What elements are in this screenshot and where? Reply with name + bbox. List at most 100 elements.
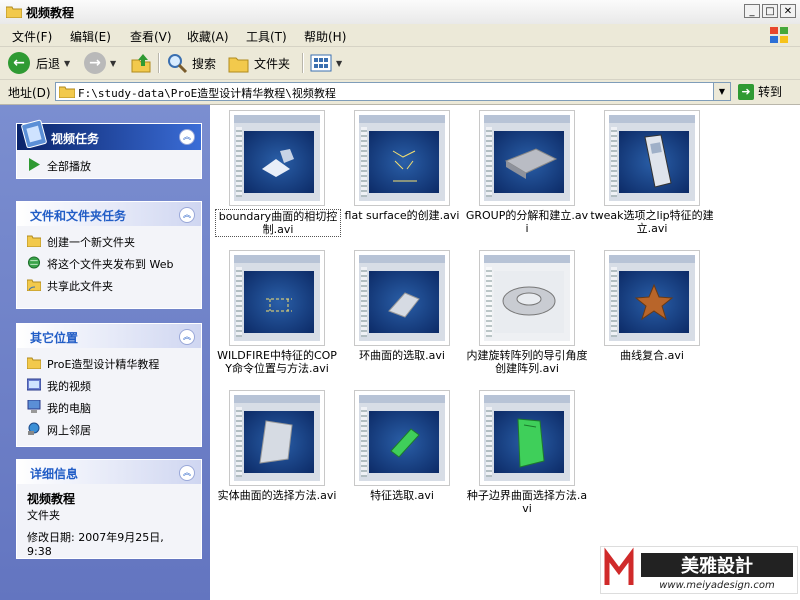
file-name[interactable]: 特征选取.avi xyxy=(340,489,464,502)
file-thumbnail[interactable] xyxy=(354,390,450,486)
svg-text:美雅設計: 美雅設計 xyxy=(681,555,753,577)
chevron-down-icon: ▼ xyxy=(64,58,71,68)
menu-edit[interactable]: 编辑(E) xyxy=(70,28,111,45)
publish-web-link[interactable]: 将这个文件夹发布到 Web xyxy=(27,256,191,272)
publish-web-label: 将这个文件夹发布到 Web xyxy=(47,258,174,271)
address-label: 地址(D) xyxy=(8,86,51,100)
search-button[interactable]: 搜索 xyxy=(166,50,216,76)
share-folder-link[interactable]: 共享此文件夹 xyxy=(27,278,191,294)
details-title: 详细信息 xyxy=(30,467,79,481)
other-places-title: 其它位置 xyxy=(30,331,79,345)
file-thumbnail[interactable] xyxy=(479,110,575,206)
close-button[interactable]: ✕ xyxy=(780,4,796,18)
file-thumbnail[interactable] xyxy=(479,250,575,346)
file-name[interactable]: 内建旋转阵列的导引角度创建阵列.avi xyxy=(465,349,589,375)
web-publish-icon xyxy=(27,256,41,269)
address-input[interactable]: F:\study-data\ProE造型设计精华教程\视频教程 ▼ xyxy=(55,82,731,101)
collapse-icon[interactable]: ︽ xyxy=(179,129,195,145)
place-my-videos[interactable]: 我的视频 xyxy=(27,378,191,394)
file-thumbnail[interactable] xyxy=(604,110,700,206)
window-title: 视频教程 xyxy=(26,6,75,20)
video-tasks-panel: 视频任务 ︽ 全部播放 xyxy=(16,119,202,179)
file-name[interactable]: WILDFIRE中特征的COPY命令位置与方法.avi xyxy=(215,349,339,375)
folders-button[interactable]: 文件夹 xyxy=(228,50,290,76)
collapse-icon[interactable]: ︽ xyxy=(179,329,195,345)
place-my-computer[interactable]: 我的电脑 xyxy=(27,400,191,416)
new-folder-link[interactable]: 创建一个新文件夹 xyxy=(27,234,191,250)
toolbar: ← 后退 ▼ → ▼ 搜索 文件夹 ▼ xyxy=(0,47,800,80)
video-tasks-header[interactable]: 视频任务 ︽ xyxy=(17,119,201,150)
file-thumbnail[interactable] xyxy=(229,110,325,206)
folder-icon xyxy=(6,6,22,18)
place-my-computer-label: 我的电脑 xyxy=(47,402,91,415)
folder-icon xyxy=(59,86,75,98)
new-folder-label: 创建一个新文件夹 xyxy=(47,236,135,249)
file-thumbnail[interactable] xyxy=(229,250,325,346)
address-dropdown-button[interactable]: ▼ xyxy=(713,83,730,100)
folder-icon xyxy=(27,357,41,369)
file-thumbnail[interactable] xyxy=(354,250,450,346)
collapse-icon[interactable]: ︽ xyxy=(179,465,195,481)
file-name[interactable]: 环曲面的选取.avi xyxy=(340,349,464,362)
file-name[interactable]: boundary曲面的相切控制.avi xyxy=(215,209,341,237)
share-folder-label: 共享此文件夹 xyxy=(47,280,113,293)
file-thumbnail[interactable] xyxy=(479,390,575,486)
toolbar-separator xyxy=(302,53,304,73)
menu-tools[interactable]: 工具(T) xyxy=(246,28,287,45)
chevron-down-icon: ▼ xyxy=(336,58,343,68)
file-name[interactable]: GROUP的分解和建立.avi xyxy=(465,209,589,235)
shared-folder-icon xyxy=(27,279,41,291)
go-label: 转到 xyxy=(758,85,783,99)
file-folder-tasks-header[interactable]: 文件和文件夹任务 ︽ xyxy=(17,202,201,226)
minimize-button[interactable]: _ xyxy=(744,4,760,18)
network-icon xyxy=(28,422,40,435)
forward-button[interactable]: → ▼ xyxy=(84,50,116,76)
menu-view[interactable]: 查看(V) xyxy=(130,28,172,45)
folders-icon xyxy=(228,57,249,73)
brand-logo-icon: 美雅設計 www.meiyadesign.com xyxy=(604,547,793,591)
details-panel: 详细信息 ︽ 视频教程 文件夹 修改日期: 2007年9月25日, 9:38 xyxy=(16,459,202,559)
watermark-logo: 美雅設計 www.meiyadesign.com xyxy=(600,546,798,594)
other-places-panel: 其它位置 ︽ ProE造型设计精华教程 我的视频 我的电脑 网上邻居 xyxy=(16,323,202,447)
menu-favorites[interactable]: 收藏(A) xyxy=(187,28,229,45)
folders-label: 文件夹 xyxy=(254,56,291,71)
menu-bar: 文件(F) 编辑(E) 查看(V) 收藏(A) 工具(T) 帮助(H) xyxy=(0,24,800,47)
place-parent-folder-label: ProE造型设计精华教程 xyxy=(47,358,160,371)
file-thumbnail[interactable] xyxy=(229,390,325,486)
play-icon xyxy=(29,158,40,171)
views-icon xyxy=(310,54,332,72)
other-places-header[interactable]: 其它位置 ︽ xyxy=(17,324,201,348)
views-button[interactable]: ▼ xyxy=(310,50,342,76)
file-name[interactable]: flat surface的创建.avi xyxy=(340,209,464,222)
file-thumbnail[interactable] xyxy=(354,110,450,206)
place-parent-folder[interactable]: ProE造型设计精华教程 xyxy=(27,356,191,372)
play-all-label: 全部播放 xyxy=(47,160,91,173)
file-name[interactable]: 种子边界曲面选择方法.avi xyxy=(465,489,589,515)
back-button[interactable]: ← 后退 ▼ xyxy=(8,50,70,76)
new-folder-icon xyxy=(27,235,41,247)
play-all-link[interactable]: 全部播放 xyxy=(27,158,191,174)
toolbar-separator xyxy=(158,53,160,73)
task-pane: 视频任务 ︽ 全部播放 文件和文件夹任务 ︽ 创建一个新文件夹 将这个文件夹发布… xyxy=(0,105,210,600)
menu-file[interactable]: 文件(F) xyxy=(12,28,52,45)
title-bar: 视频教程 _ □ ✕ xyxy=(0,0,800,25)
place-my-videos-label: 我的视频 xyxy=(47,380,91,393)
details-type: 文件夹 xyxy=(27,509,60,522)
forward-arrow-icon: → xyxy=(84,52,106,74)
collapse-icon[interactable]: ︽ xyxy=(179,207,195,223)
up-folder-icon xyxy=(131,54,151,73)
file-name[interactable]: tweak选项之lip特征的建立.avi xyxy=(590,209,714,235)
chevron-down-icon: ▼ xyxy=(110,58,117,68)
details-modified: 修改日期: 2007年9月25日, 9:38 xyxy=(27,531,164,558)
up-folder-button[interactable] xyxy=(130,50,152,76)
go-button[interactable]: ➜ 转到 xyxy=(738,83,782,100)
details-header[interactable]: 详细信息 ︽ xyxy=(17,460,201,484)
menu-help[interactable]: 帮助(H) xyxy=(304,28,346,45)
place-network[interactable]: 网上邻居 xyxy=(27,422,191,438)
file-thumbnail[interactable] xyxy=(604,250,700,346)
maximize-button[interactable]: □ xyxy=(762,4,778,18)
search-label: 搜索 xyxy=(192,56,217,71)
search-icon xyxy=(168,54,188,74)
file-name[interactable]: 实体曲面的选择方法.avi xyxy=(215,489,339,502)
file-name[interactable]: 曲线复合.avi xyxy=(590,349,714,362)
